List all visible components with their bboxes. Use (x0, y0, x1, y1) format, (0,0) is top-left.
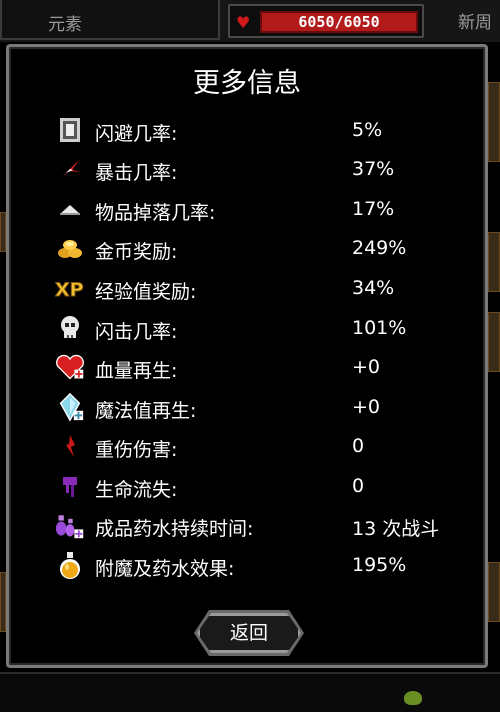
gold-coins-icon (55, 233, 85, 263)
side-decor (488, 232, 500, 292)
stat-row: 生命流失: 0 (9, 471, 485, 505)
side-decor (488, 562, 500, 622)
stat-row: 金币奖励: 249% (9, 233, 485, 267)
top-bar: 元素 ♥ 6050/6050 新周 (0, 0, 500, 42)
stat-label: 血量再生: (95, 360, 178, 382)
mana-crystal-plus-icon (55, 392, 85, 422)
tab-new[interactable]: 新周 (458, 8, 492, 33)
hp-bar: 6050/6050 (260, 11, 418, 33)
potion-pair-plus-icon (55, 510, 85, 540)
stat-label: 物品掉落几率: (95, 202, 216, 224)
stat-row: 成品药水持续时间: 13 次战斗 (9, 510, 485, 544)
stat-row: 闪击几率: 101% (9, 313, 485, 347)
back-button[interactable]: 返回 (197, 613, 301, 653)
stat-label: 金币奖励: (95, 241, 178, 263)
stat-label: 魔法值再生: (95, 400, 197, 422)
watermark-logo-icon (404, 691, 422, 705)
stat-row: 物品掉落几率: 17% (9, 194, 485, 228)
stat-row: XP 经验值奖励: 34% (9, 273, 485, 307)
stat-label: 附魔及药水效果: (95, 558, 235, 580)
potion-flask-icon (55, 550, 85, 580)
stat-row: 血量再生: +0 (9, 352, 485, 386)
stat-value: 0 (352, 475, 365, 497)
stat-value: +0 (352, 396, 381, 418)
stat-label: 闪击几率: (95, 321, 178, 343)
stat-value: 34% (352, 277, 395, 299)
stat-value: 195% (352, 554, 407, 576)
crit-spark-icon (55, 154, 85, 184)
svg-text:XP: XP (55, 279, 84, 299)
stat-value: 13 次战斗 (352, 518, 440, 540)
stat-label: 重伤伤害: (95, 439, 178, 461)
stat-label: 暴击几率: (95, 162, 178, 184)
stat-row: 魔法值再生: +0 (9, 392, 485, 426)
stat-value: 101% (352, 317, 407, 339)
stat-value: 17% (352, 198, 395, 220)
stat-label: 经验值奖励: (95, 281, 197, 303)
heart-plus-icon (55, 352, 85, 382)
skull-icon (55, 313, 85, 343)
dodge-shield-icon (55, 115, 85, 145)
stat-value: +0 (352, 356, 381, 378)
side-decor (488, 82, 500, 162)
poison-drip-icon (55, 471, 85, 501)
xp-icon: XP (55, 273, 85, 303)
stat-value: 37% (352, 158, 395, 180)
stat-label: 生命流失: (95, 479, 178, 501)
stat-row: 重伤伤害: 0 (9, 431, 485, 465)
heart-icon: ♥ (236, 13, 251, 32)
stat-row: 暴击几率: 37% (9, 154, 485, 188)
watermark (404, 688, 494, 708)
stat-value: 5% (352, 119, 383, 141)
more-info-dialog: 更多信息 闪避几率: 5% 暴击几率: 37% 物品掉落几率: 17% 金币奖励… (6, 44, 488, 668)
stat-label: 成品药水持续时间: (95, 518, 254, 540)
stat-row: 闪避几率: 5% (9, 115, 485, 149)
tab-elements-label: 元素 (48, 15, 82, 35)
hp-display: ♥ 6050/6050 (228, 4, 424, 38)
blood-drop-icon (55, 431, 85, 461)
stat-value: 0 (352, 435, 365, 457)
stat-value: 249% (352, 237, 407, 259)
stat-label: 闪避几率: (95, 123, 178, 145)
stat-row: 附魔及药水效果: 195% (9, 550, 485, 584)
side-decor (488, 312, 500, 372)
tab-elements[interactable]: 元素 (0, 0, 220, 40)
item-pile-icon (55, 194, 85, 224)
dialog-title: 更多信息 (193, 68, 301, 99)
